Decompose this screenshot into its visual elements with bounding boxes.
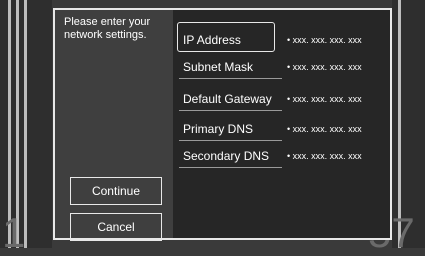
- field-value: • xxx. xxx. xxx. xxx: [287, 94, 362, 104]
- tv-screen: 1 57 Please enter your network settings.…: [0, 0, 425, 254]
- row-divider: [179, 110, 282, 111]
- field-value: • xxx. xxx. xxx. xxx: [287, 62, 362, 72]
- cancel-button[interactable]: Cancel: [70, 213, 162, 241]
- row-divider: [179, 78, 282, 79]
- field-label: IP Address: [183, 33, 241, 47]
- field-value: • xxx. xxx. xxx. xxx: [287, 124, 362, 134]
- field-label: Default Gateway: [183, 92, 272, 106]
- field-row-primary-dns[interactable]: Primary DNS • xxx. xxx. xxx. xxx: [173, 117, 390, 141]
- field-label: Secondary DNS: [183, 149, 270, 163]
- row-divider: [179, 167, 282, 168]
- left-bezel: 1: [0, 0, 52, 254]
- dialog-left-panel: Please enter your network settings. Cont…: [55, 10, 173, 241]
- network-settings-dialog: Please enter your network settings. Cont…: [53, 8, 392, 241]
- field-row-secondary-dns[interactable]: Secondary DNS • xxx. xxx. xxx. xxx: [173, 144, 390, 168]
- field-row-ip-address[interactable]: IP Address • xxx. xxx. xxx. xxx: [173, 22, 390, 52]
- network-field-list: IP Address • xxx. xxx. xxx. xxx Subnet M…: [173, 10, 390, 238]
- field-label: Primary DNS: [183, 122, 254, 136]
- row-divider: [179, 140, 282, 141]
- continue-button[interactable]: Continue: [70, 177, 162, 205]
- right-bezel: 57: [368, 0, 425, 254]
- field-row-subnet-mask[interactable]: Subnet Mask • xxx. xxx. xxx. xxx: [173, 55, 390, 79]
- field-label: Subnet Mask: [183, 60, 254, 74]
- field-value: • xxx. xxx. xxx. xxx: [287, 35, 362, 45]
- field-value: • xxx. xxx. xxx. xxx: [287, 151, 362, 161]
- instructions-text: Please enter your network settings.: [64, 16, 151, 41]
- field-row-default-gateway[interactable]: Default Gateway • xxx. xxx. xxx. xxx: [173, 87, 390, 111]
